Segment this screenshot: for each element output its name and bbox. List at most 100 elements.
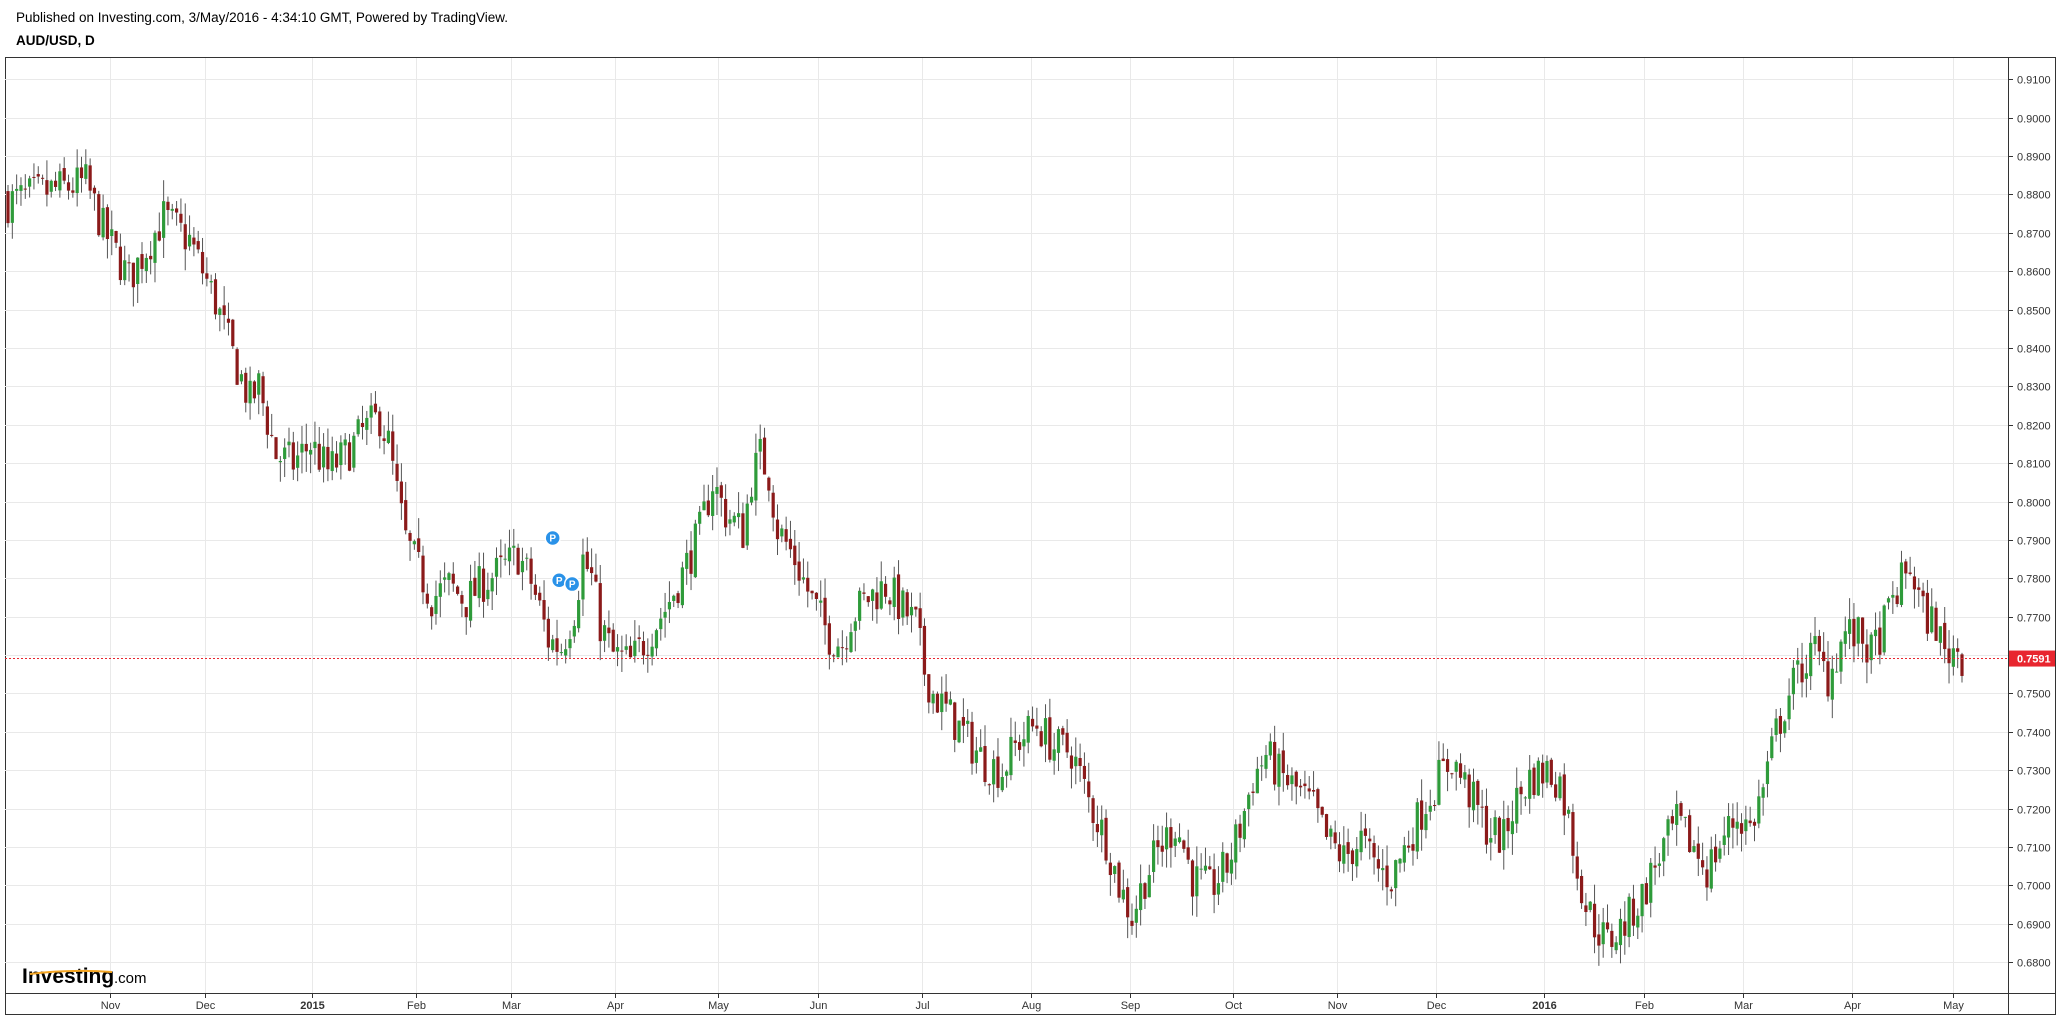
- candle-body: [1554, 784, 1558, 798]
- candle-body: [1251, 791, 1255, 793]
- candle-body: [1069, 755, 1074, 769]
- candle-body: [352, 435, 356, 468]
- candle-body: [153, 232, 157, 263]
- candle-body: [1925, 592, 1930, 634]
- candle-body: [1696, 843, 1700, 859]
- candle-body: [1614, 942, 1618, 951]
- candle-body: [1108, 862, 1112, 876]
- candle-body: [659, 618, 663, 630]
- candle-body: [948, 699, 953, 705]
- candle-body: [1921, 590, 1925, 597]
- candle-body: [105, 207, 110, 240]
- candle-body: [559, 652, 563, 654]
- candle-body: [1510, 821, 1515, 835]
- price-tick-label: 0.6900: [2017, 920, 2051, 932]
- price-tick-label: 0.6800: [2017, 958, 2051, 970]
- candle-body: [347, 442, 352, 471]
- candle-body: [1229, 859, 1234, 874]
- candle-body: [996, 756, 1000, 788]
- candle-body: [1878, 627, 1882, 655]
- candle-body: [1428, 805, 1432, 812]
- candle-body: [1013, 740, 1017, 743]
- candle-body: [1411, 844, 1415, 851]
- candle-body: [231, 319, 235, 347]
- candle-body: [1960, 654, 1964, 676]
- candle-body: [1860, 617, 1865, 644]
- candle-body: [360, 422, 365, 428]
- candle-body: [1208, 866, 1212, 870]
- candle-body: [568, 639, 572, 649]
- candle-body: [650, 646, 654, 657]
- price-tick-label: 0.9100: [2017, 75, 2051, 87]
- candle-body: [45, 180, 49, 195]
- candle-body: [451, 573, 455, 584]
- candle-body: [270, 434, 274, 436]
- price-tick-label: 0.8300: [2017, 382, 2051, 394]
- candle-body: [983, 745, 987, 783]
- candle-body: [840, 647, 844, 649]
- candle-body: [1056, 729, 1061, 753]
- candle-body: [1372, 843, 1376, 858]
- candle-body: [499, 555, 503, 558]
- candle-body: [40, 177, 45, 179]
- candle-body: [1817, 635, 1821, 652]
- price-tick-label: 0.7500: [2017, 689, 2051, 701]
- candle-body: [957, 720, 961, 743]
- candle-body: [71, 190, 75, 193]
- candle-body: [853, 621, 857, 631]
- candle-body: [1484, 805, 1489, 845]
- candle-body: [533, 584, 538, 595]
- candle-body: [49, 180, 53, 192]
- candle-body: [520, 560, 525, 573]
- candle-body: [1048, 717, 1052, 760]
- candle-body: [1865, 644, 1869, 663]
- candle-body: [1713, 846, 1718, 863]
- candle-body: [810, 590, 814, 594]
- candle-body: [1216, 883, 1221, 895]
- price-tick-label: 0.8900: [2017, 152, 2051, 164]
- candle-body: [1575, 856, 1579, 879]
- candle-body: [1022, 739, 1026, 747]
- candle-body: [1277, 753, 1281, 787]
- candle-body: [278, 460, 282, 463]
- candle-body: [1938, 626, 1942, 643]
- candle-body: [23, 188, 27, 190]
- event-marker-icon[interactable]: P: [544, 529, 561, 547]
- marker-layer: PP P: [544, 529, 581, 593]
- candle-body: [1536, 760, 1540, 796]
- candle-body: [979, 747, 983, 752]
- candle-body: [1121, 889, 1125, 900]
- candle-body: [749, 496, 754, 503]
- logo-main-text: Investing: [22, 965, 114, 988]
- candle-body: [784, 529, 788, 542]
- candle-body: [1502, 819, 1506, 851]
- event-marker-icon[interactable]: P: [563, 575, 581, 593]
- price-tick-label: 0.8000: [2017, 498, 2051, 510]
- candle-body: [1303, 783, 1307, 787]
- candle-body: [1437, 759, 1441, 805]
- candle-body: [1644, 883, 1649, 905]
- candle-body: [858, 590, 862, 621]
- candle-body: [1091, 798, 1095, 823]
- candle-body: [477, 566, 481, 599]
- candle-body: [1605, 922, 1610, 930]
- candle-body: [1757, 796, 1761, 824]
- candle-body: [1113, 866, 1117, 875]
- candle-body: [1800, 663, 1804, 683]
- candle-body: [507, 547, 512, 562]
- candle-body: [577, 600, 581, 629]
- candle-body: [339, 442, 343, 466]
- candle-body: [1052, 749, 1056, 761]
- candle-body: [1394, 860, 1398, 889]
- candle-body: [1649, 862, 1653, 903]
- candle-body: [633, 640, 637, 657]
- candle-body: [1424, 814, 1428, 831]
- candle-body: [685, 552, 689, 569]
- candle-body: [1705, 869, 1709, 888]
- time-tick-label: Aug: [1022, 1000, 1042, 1012]
- candle-body: [382, 438, 386, 441]
- candle-body: [585, 551, 589, 570]
- candle-body: [28, 178, 32, 187]
- chart-svg[interactable]: PP P 0.91000.90000.89000.88000.87000.8600…: [0, 0, 2061, 1018]
- candle-body: [1761, 787, 1765, 798]
